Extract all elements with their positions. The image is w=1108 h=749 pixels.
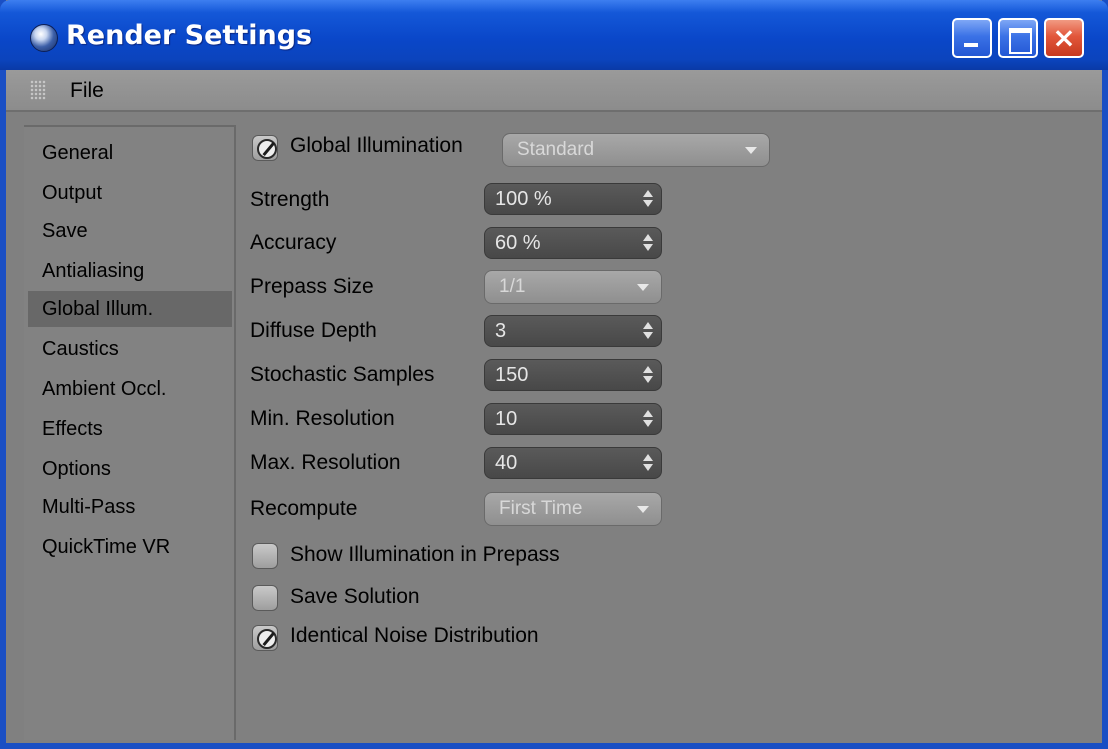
minimize-button[interactable] [952,18,992,58]
sidebar-item-general[interactable]: General [28,135,232,171]
strength-value: 100 % [495,188,552,210]
show-illumination-checkbox[interactable] [252,543,278,569]
gi-mode-value: Standard [517,139,595,160]
strength-label: Strength [250,188,330,211]
sidebar-item-save[interactable]: Save [28,213,232,249]
chevron-down-icon [637,506,649,513]
accuracy-label: Accuracy [250,231,337,254]
global-illumination-checkbox[interactable] [252,135,278,161]
prepass-size-value: 1/1 [499,276,526,297]
maximize-button[interactable] [998,18,1038,58]
stepper-arrows-icon[interactable] [643,410,653,428]
menu-bar: File [6,70,1102,112]
stochastic-samples-value: 150 [495,364,529,386]
identical-noise-label: Identical Noise Distribution [290,624,539,647]
sidebar-item-global-illum[interactable]: Global Illum. [28,291,232,327]
diffuse-depth-value: 3 [495,320,507,342]
max-resolution-label: Max. Resolution [250,451,401,474]
accuracy-stepper[interactable]: 60 % [484,227,662,259]
close-icon: × [1052,21,1076,54]
sidebar-item-antialiasing[interactable]: Antialiasing [28,253,232,289]
sidebar-item-quicktime-vr[interactable]: QuickTime VR [28,529,232,565]
save-solution-label: Save Solution [290,585,420,608]
sidebar-item-effects[interactable]: Effects [28,411,232,447]
app-sphere-icon [30,24,58,52]
chevron-down-icon [745,147,757,154]
sidebar-item-output[interactable]: Output [28,175,232,211]
stepper-arrows-icon[interactable] [643,190,653,208]
settings-sidebar: General Output Save Antialiasing Global … [24,125,236,740]
recompute-value: First Time [499,498,583,519]
stochastic-samples-label: Stochastic Samples [250,363,435,386]
sidebar-item-options[interactable]: Options [28,451,232,487]
min-resolution-value: 10 [495,408,518,430]
min-resolution-stepper[interactable]: 10 [484,403,662,435]
show-illumination-label: Show Illumination in Prepass [290,543,560,566]
recompute-label: Recompute [250,497,358,520]
menu-file[interactable]: File [70,79,104,103]
window-title: Render Settings [66,20,313,51]
max-resolution-stepper[interactable]: 40 [484,447,662,479]
global-illumination-label: Global Illumination [290,134,463,157]
close-button[interactable]: × [1044,18,1084,58]
sidebar-item-multi-pass[interactable]: Multi-Pass [28,489,232,525]
global-illumination-panel: Global Illumination Standard Strength 10… [250,125,1090,725]
diffuse-depth-label: Diffuse Depth [250,319,377,342]
grip-icon[interactable] [30,80,46,100]
stepper-arrows-icon[interactable] [643,454,653,472]
gi-mode-dropdown[interactable]: Standard [502,133,770,167]
chevron-down-icon [637,284,649,291]
prepass-size-label: Prepass Size [250,275,374,298]
render-settings-window: Render Settings × File General Output Sa… [0,0,1108,749]
strength-stepper[interactable]: 100 % [484,183,662,215]
sidebar-item-ambient-occl[interactable]: Ambient Occl. [28,371,232,407]
save-solution-checkbox[interactable] [252,585,278,611]
stepper-arrows-icon[interactable] [643,234,653,252]
min-resolution-label: Min. Resolution [250,407,395,430]
accuracy-value: 60 % [495,232,541,254]
stepper-arrows-icon[interactable] [643,322,653,340]
max-resolution-value: 40 [495,452,518,474]
diffuse-depth-stepper[interactable]: 3 [484,315,662,347]
recompute-dropdown[interactable]: First Time [484,492,662,526]
stepper-arrows-icon[interactable] [643,366,653,384]
stochastic-samples-stepper[interactable]: 150 [484,359,662,391]
title-bar[interactable]: Render Settings × [0,0,1108,70]
prepass-size-dropdown[interactable]: 1/1 [484,270,662,304]
sidebar-item-caustics[interactable]: Caustics [28,331,232,367]
identical-noise-checkbox[interactable] [252,625,278,651]
